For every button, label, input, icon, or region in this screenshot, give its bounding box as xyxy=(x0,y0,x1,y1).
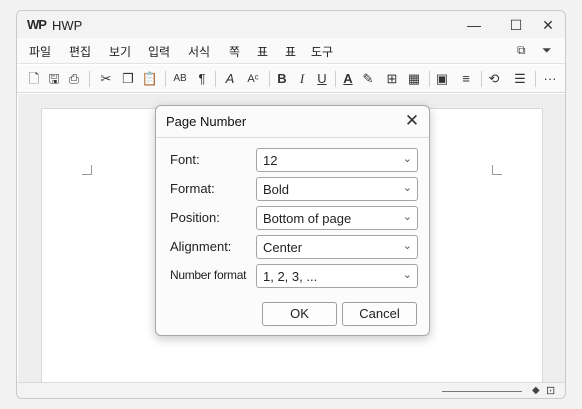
dialog-divider xyxy=(156,137,429,138)
menu-page[interactable]: 쪽 xyxy=(229,43,240,60)
more-icon[interactable]: ··· xyxy=(539,69,561,89)
toolbar-divider xyxy=(215,71,216,87)
cell-icon[interactable]: ▣ xyxy=(433,69,451,89)
cut-icon[interactable]: ✂ xyxy=(97,69,115,89)
number-format-select[interactable]: 1, 2, 3, ... ⌄ xyxy=(256,264,418,288)
toolbar-divider xyxy=(535,71,536,87)
table-icon[interactable]: ⊞ xyxy=(383,69,401,89)
menu-table-2[interactable]: 표 xyxy=(285,43,296,60)
char-spacing-icon[interactable]: Aᶜ xyxy=(241,69,265,89)
app-title: HWP xyxy=(52,18,83,33)
chevron-down-icon: ⌄ xyxy=(402,153,412,165)
title-bar[interactable]: WP HWP — ☐ ✕ xyxy=(17,11,565,38)
format-label: Format: xyxy=(170,181,215,196)
chevron-down-icon: ⌄ xyxy=(402,269,412,281)
toolbar-divider xyxy=(481,71,482,87)
italic-icon[interactable]: I xyxy=(293,69,311,89)
cancel-button[interactable]: Cancel xyxy=(342,302,417,326)
shape-icon[interactable]: ⟲ xyxy=(485,69,503,89)
app-logo: WP xyxy=(27,17,47,32)
restore-icon[interactable]: ⧉ xyxy=(517,43,526,58)
toolbar-divider xyxy=(89,71,90,87)
status-bar: ◆ ⊡ xyxy=(17,382,565,398)
font-value: 12 xyxy=(263,153,278,168)
zoom-slider[interactable] xyxy=(442,391,522,392)
toolbar-divider xyxy=(429,71,430,87)
position-value: Bottom of page xyxy=(263,211,352,226)
position-select[interactable]: Bottom of page ⌄ xyxy=(256,206,418,230)
underline-icon[interactable]: U xyxy=(313,69,331,89)
minimize-button[interactable]: — xyxy=(463,15,485,35)
font-label: Font: xyxy=(170,152,200,167)
dropdown-icon[interactable]: ⏷ xyxy=(542,43,552,58)
menu-view[interactable]: 보기 xyxy=(109,43,131,60)
bold-icon[interactable]: B xyxy=(273,69,291,89)
chevron-down-icon: ⌄ xyxy=(402,182,412,194)
new-document-icon[interactable]: 🗋 xyxy=(25,69,43,89)
paragraph-mark-icon[interactable]: ¶ xyxy=(193,69,211,89)
menu-bar: 파일 편집 보기 입력 서식 쪽 표 표 도구 ⧉ ⏷ xyxy=(17,38,565,64)
toolbar-divider xyxy=(335,71,336,87)
position-label: Position: xyxy=(170,210,220,225)
menu-table[interactable]: 표 xyxy=(257,43,268,60)
toolbar-divider xyxy=(269,71,270,87)
number-format-value: 1, 2, 3, ... xyxy=(263,269,318,284)
align-icon[interactable]: ≡ xyxy=(457,69,475,89)
dialog-title: Page Number xyxy=(166,114,247,129)
ok-button[interactable]: OK xyxy=(262,302,337,326)
copy-icon[interactable]: ❐ xyxy=(119,69,137,89)
alignment-label: Alignment: xyxy=(170,239,232,254)
print-icon[interactable]: ⎙ xyxy=(65,69,83,89)
maximize-button[interactable]: ☐ xyxy=(505,15,527,35)
alignment-value: Center xyxy=(263,240,303,255)
menu-tools[interactable]: 도구 xyxy=(311,43,333,60)
menu-format[interactable]: 서식 xyxy=(188,43,210,60)
close-window-button[interactable]: ✕ xyxy=(537,15,559,35)
number-format-label: Number format xyxy=(170,268,247,282)
font-color-style-icon[interactable]: A xyxy=(221,69,239,89)
highlight-icon[interactable]: ✎ xyxy=(359,69,377,89)
spell-check-icon[interactable]: AB xyxy=(171,69,189,89)
alignment-select[interactable]: Center ⌄ xyxy=(256,235,418,259)
text-color-icon[interactable]: A xyxy=(339,69,357,89)
chevron-down-icon: ⌄ xyxy=(402,240,412,252)
grid-table-icon[interactable]: ▦ xyxy=(405,69,423,89)
chevron-down-icon: ⌄ xyxy=(402,211,412,223)
crop-mark-top-left xyxy=(82,165,92,175)
format-select[interactable]: Bold ⌄ xyxy=(256,177,418,201)
format-value: Bold xyxy=(263,182,290,197)
paste-icon[interactable]: 📋 xyxy=(141,69,159,89)
menu-insert[interactable]: 입력 xyxy=(148,43,170,60)
dialog-close-icon[interactable]: ✕ xyxy=(399,108,425,134)
font-select[interactable]: 12 ⌄ xyxy=(256,148,418,172)
toolbar: 🗋 🖫 ⎙ ✂ ❐ 📋 AB ¶ A Aᶜ B I U A ✎ ⊞ ▦ ▣ ≡ … xyxy=(17,65,565,93)
toolbar-divider xyxy=(165,71,166,87)
format-icon[interactable]: ☰ xyxy=(511,69,529,89)
crop-mark-top-right xyxy=(492,165,502,175)
view-mode-icon[interactable]: ⊡ xyxy=(546,384,555,397)
page-number-dialog: Page Number ✕ Font: 12 ⌄ Format: Bold ⌄ … xyxy=(155,105,430,336)
zoom-handle-icon[interactable]: ◆ xyxy=(532,385,540,396)
save-icon[interactable]: 🖫 xyxy=(45,69,63,89)
menu-file[interactable]: 파일 xyxy=(29,43,51,60)
menu-edit[interactable]: 편집 xyxy=(69,43,91,60)
